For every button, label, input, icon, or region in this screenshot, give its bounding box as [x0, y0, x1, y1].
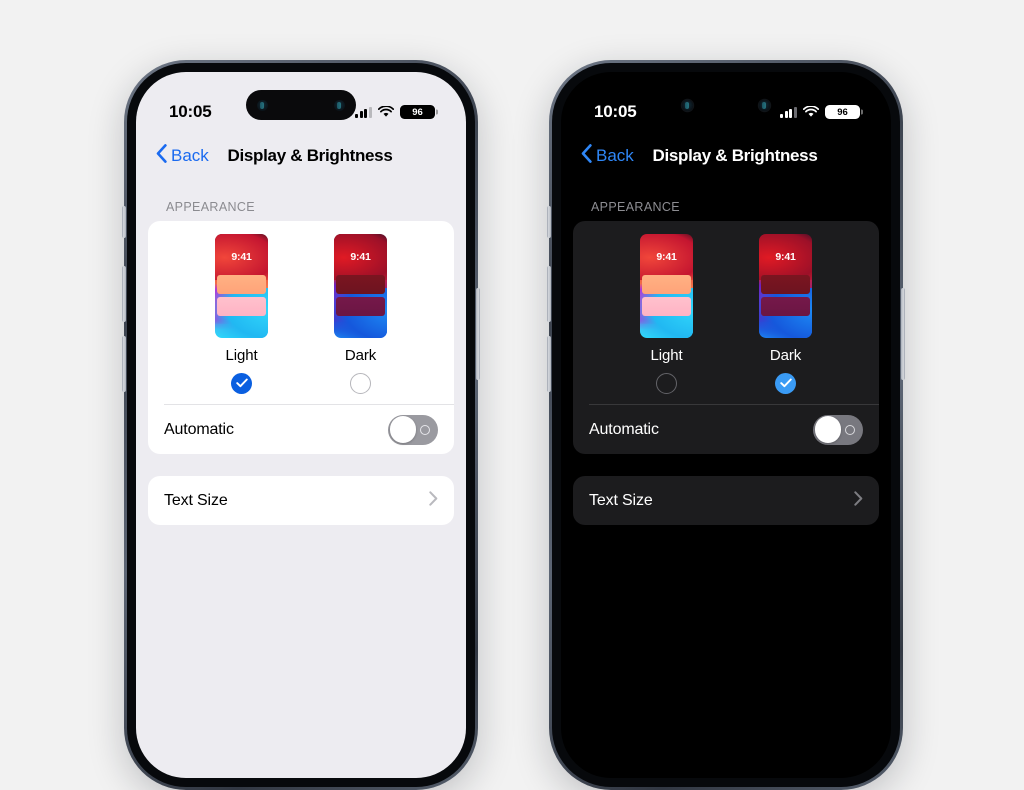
navigation-bar-light: Back Display & Brightness	[136, 134, 466, 178]
wallpaper-widget-bottom	[642, 297, 691, 316]
phone-screen-dark: 10:05 96 Back Display & Brightness APPEA…	[561, 72, 891, 778]
battery-icon: 96	[825, 105, 860, 119]
radio-unchecked-icon[interactable]	[656, 373, 677, 394]
wallpaper-widget-bottom	[761, 297, 810, 316]
text-size-card: Text Size	[148, 476, 454, 525]
radio-checked-icon[interactable]	[775, 373, 796, 394]
status-bar-time: 10:05	[594, 102, 637, 121]
text-size-row[interactable]: Text Size	[148, 476, 454, 525]
battery-percent-label: 96	[412, 106, 423, 118]
radio-checked-icon[interactable]	[231, 373, 252, 394]
wifi-icon	[803, 106, 819, 118]
phone-device-dark: 10:05 96 Back Display & Brightness APPEA…	[547, 60, 905, 790]
appearance-option-label: Light	[225, 347, 258, 364]
text-size-label: Text Size	[164, 491, 228, 509]
wallpaper-preview-light: 9:41	[215, 234, 268, 338]
wallpaper-widget-bottom	[217, 297, 266, 316]
appearance-options: 9:41 Light 9:41 Dark	[148, 221, 454, 404]
text-size-row[interactable]: Text Size	[573, 476, 879, 525]
appearance-option-dark[interactable]: 9:41 Dark	[330, 234, 392, 394]
wallpaper-widget-top	[217, 275, 266, 294]
wifi-icon	[378, 106, 394, 118]
wallpaper-widget-top	[336, 275, 385, 294]
wallpaper-clock: 9:41	[775, 251, 796, 263]
text-size-label: Text Size	[589, 491, 653, 509]
settings-content-dark: APPEARANCE 9:41 Light 9:41 Dark Automati…	[561, 178, 891, 778]
front-camera-icon	[257, 99, 268, 111]
front-camera-icon	[682, 99, 693, 111]
status-bar-time: 10:05	[169, 102, 212, 121]
wallpaper-preview-dark: 9:41	[759, 234, 812, 338]
battery-icon: 96	[400, 105, 435, 119]
automatic-row[interactable]: Automatic	[573, 405, 879, 454]
chevron-left-icon	[581, 144, 592, 168]
chevron-left-icon	[156, 144, 167, 168]
action-button[interactable]	[547, 206, 551, 238]
wallpaper-clock: 9:41	[231, 251, 252, 263]
comparison-stage: 10:05 96 Back Display & Brightness APPEA…	[0, 0, 1024, 790]
wallpaper-widget-top	[642, 275, 691, 294]
appearance-option-light[interactable]: 9:41 Light	[636, 234, 698, 394]
appearance-options: 9:41 Light 9:41 Dark	[573, 221, 879, 404]
navigation-bar-dark: Back Display & Brightness	[561, 134, 891, 178]
volume-down-button[interactable]	[122, 336, 126, 392]
chevron-right-icon	[429, 490, 438, 511]
appearance-option-dark[interactable]: 9:41 Dark	[755, 234, 817, 394]
automatic-row[interactable]: Automatic	[148, 405, 454, 454]
appearance-option-label: Dark	[344, 347, 377, 364]
appearance-option-light[interactable]: 9:41 Light	[211, 234, 273, 394]
toggle-off-indicator-icon	[420, 424, 430, 435]
wallpaper-clock: 9:41	[656, 251, 677, 263]
dynamic-island-dark	[671, 90, 781, 120]
face-id-sensor-icon	[334, 99, 345, 111]
dynamic-island-light	[246, 90, 356, 120]
appearance-card: 9:41 Light 9:41 Dark Automatic	[148, 221, 454, 454]
toggle-knob	[389, 416, 417, 443]
automatic-label: Automatic	[164, 420, 234, 438]
volume-down-button[interactable]	[547, 336, 551, 392]
wallpaper-preview-dark: 9:41	[334, 234, 387, 338]
back-button[interactable]: Back	[581, 144, 634, 168]
back-button-label: Back	[171, 146, 209, 165]
automatic-label: Automatic	[589, 420, 659, 438]
status-bar-indicators: 96	[780, 105, 860, 119]
action-button[interactable]	[122, 206, 126, 238]
appearance-option-label: Light	[650, 347, 683, 364]
toggle-knob	[814, 416, 842, 443]
status-bar-indicators: 96	[355, 105, 435, 119]
phone-screen-light: 10:05 96 Back Display & Brightness APPEA…	[136, 72, 466, 778]
power-button[interactable]	[901, 288, 905, 380]
toggle-off-indicator-icon	[845, 424, 855, 435]
cellular-bars-icon	[780, 106, 797, 118]
back-button[interactable]: Back	[156, 144, 209, 168]
battery-percent-label: 96	[837, 106, 848, 118]
cellular-bars-icon	[355, 106, 372, 118]
wallpaper-clock: 9:41	[350, 251, 371, 263]
wallpaper-preview-light: 9:41	[640, 234, 693, 338]
wallpaper-widget-bottom	[336, 297, 385, 316]
text-size-card: Text Size	[573, 476, 879, 525]
settings-content-light: APPEARANCE 9:41 Light 9:41 Dark Automati…	[136, 178, 466, 778]
section-header-appearance: APPEARANCE	[591, 200, 680, 214]
back-button-label: Back	[596, 146, 634, 165]
volume-up-button[interactable]	[547, 266, 551, 322]
volume-up-button[interactable]	[122, 266, 126, 322]
chevron-right-icon	[854, 490, 863, 511]
face-id-sensor-icon	[759, 99, 770, 111]
phone-device-light: 10:05 96 Back Display & Brightness APPEA…	[122, 60, 480, 790]
appearance-option-label: Dark	[769, 347, 802, 364]
automatic-toggle[interactable]	[813, 414, 863, 445]
power-button[interactable]	[476, 288, 480, 380]
appearance-card: 9:41 Light 9:41 Dark Automatic	[573, 221, 879, 454]
section-header-appearance: APPEARANCE	[166, 200, 255, 214]
wallpaper-widget-top	[761, 275, 810, 294]
automatic-toggle[interactable]	[388, 414, 438, 445]
radio-unchecked-icon[interactable]	[350, 373, 371, 394]
